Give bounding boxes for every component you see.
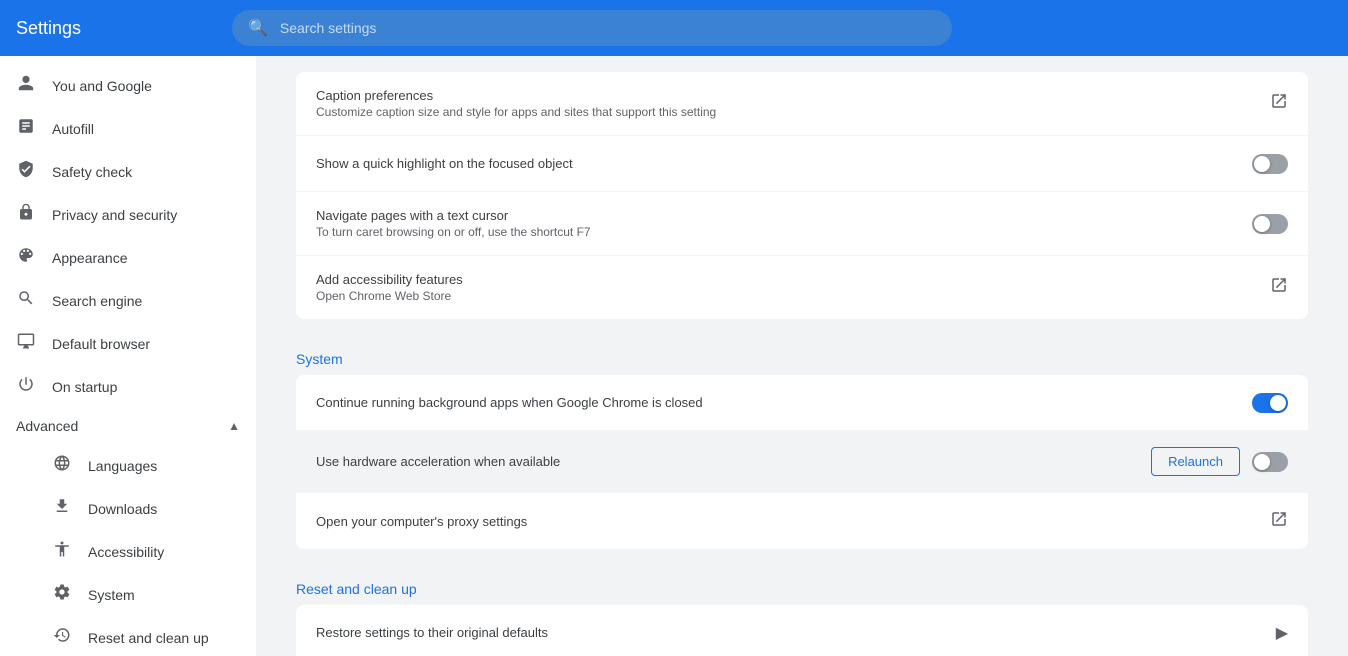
proxy-settings-title: Open your computer's proxy settings bbox=[316, 514, 1270, 529]
proxy-settings-text: Open your computer's proxy settings bbox=[316, 514, 1270, 529]
languages-icon bbox=[52, 454, 72, 477]
sidebar-item-languages[interactable]: Languages bbox=[0, 444, 256, 487]
shield-icon bbox=[16, 160, 36, 183]
sidebar-label-reset: Reset and clean up bbox=[88, 630, 209, 646]
external-link-icon[interactable] bbox=[1270, 92, 1288, 115]
hardware-acceleration-toggle[interactable] bbox=[1252, 452, 1288, 472]
appearance-icon bbox=[16, 246, 36, 269]
browser-icon bbox=[16, 332, 36, 355]
advanced-label: Advanced bbox=[16, 418, 78, 434]
autofill-icon bbox=[16, 117, 36, 140]
hardware-acceleration-text: Use hardware acceleration when available bbox=[316, 454, 1151, 469]
sidebar-item-privacy[interactable]: Privacy and security bbox=[0, 193, 256, 236]
reset-section-title: Reset and clean up bbox=[296, 557, 1308, 605]
sidebar-label-privacy: Privacy and security bbox=[52, 207, 177, 223]
restore-defaults-title: Restore settings to their original defau… bbox=[316, 625, 1276, 640]
system-section-title: System bbox=[296, 327, 1308, 375]
reset-icon bbox=[52, 626, 72, 649]
sidebar-label-search-engine: Search engine bbox=[52, 293, 142, 309]
relaunch-button[interactable]: Relaunch bbox=[1151, 447, 1240, 476]
sidebar: You and Google Autofill Safety check Pri… bbox=[0, 56, 256, 656]
text-cursor-text: Navigate pages with a text cursor To tur… bbox=[316, 208, 1252, 239]
lock-icon bbox=[16, 203, 36, 226]
sidebar-label-safety-check: Safety check bbox=[52, 164, 132, 180]
search-engine-icon bbox=[16, 289, 36, 312]
proxy-settings-row[interactable]: Open your computer's proxy settings bbox=[296, 493, 1308, 549]
sidebar-item-system[interactable]: System bbox=[0, 573, 256, 616]
reset-card: Restore settings to their original defau… bbox=[296, 605, 1308, 656]
add-accessibility-external-icon[interactable] bbox=[1270, 276, 1288, 299]
startup-icon bbox=[16, 375, 36, 398]
sidebar-label-appearance: Appearance bbox=[52, 250, 128, 266]
advanced-chevron-icon: ▲ bbox=[228, 419, 240, 433]
background-apps-title: Continue running background apps when Go… bbox=[316, 395, 1252, 410]
sidebar-label-accessibility: Accessibility bbox=[88, 544, 164, 560]
sidebar-item-safety-check[interactable]: Safety check bbox=[0, 150, 256, 193]
sidebar-item-accessibility[interactable]: Accessibility bbox=[0, 530, 256, 573]
restore-defaults-row[interactable]: Restore settings to their original defau… bbox=[296, 605, 1308, 656]
restore-defaults-chevron-icon: ▶ bbox=[1276, 623, 1288, 643]
text-cursor-toggle[interactable] bbox=[1252, 214, 1288, 234]
add-accessibility-title: Add accessibility features bbox=[316, 272, 1270, 287]
add-accessibility-text: Add accessibility features Open Chrome W… bbox=[316, 272, 1270, 303]
accessibility-card: Caption preferences Customize caption si… bbox=[296, 72, 1308, 319]
add-accessibility-row[interactable]: Add accessibility features Open Chrome W… bbox=[296, 256, 1308, 319]
downloads-icon bbox=[52, 497, 72, 520]
system-card: Continue running background apps when Go… bbox=[296, 375, 1308, 549]
text-cursor-title: Navigate pages with a text cursor bbox=[316, 208, 1252, 223]
sidebar-label-autofill: Autofill bbox=[52, 121, 94, 137]
hardware-acceleration-title: Use hardware acceleration when available bbox=[316, 454, 1151, 469]
caption-preferences-text: Caption preferences Customize caption si… bbox=[316, 88, 1270, 119]
highlight-focused-toggle[interactable] bbox=[1252, 154, 1288, 174]
accessibility-icon bbox=[52, 540, 72, 563]
sidebar-label-you-and-google: You and Google bbox=[52, 78, 152, 94]
app-title: Settings bbox=[16, 18, 216, 39]
search-bar[interactable]: 🔍 bbox=[232, 10, 952, 46]
sidebar-item-you-and-google[interactable]: You and Google bbox=[0, 64, 256, 107]
sidebar-item-appearance[interactable]: Appearance bbox=[0, 236, 256, 279]
sidebar-item-on-startup[interactable]: On startup bbox=[0, 365, 256, 408]
sidebar-label-languages: Languages bbox=[88, 458, 157, 474]
proxy-external-icon[interactable] bbox=[1270, 510, 1288, 533]
sidebar-item-search-engine[interactable]: Search engine bbox=[0, 279, 256, 322]
text-cursor-row[interactable]: Navigate pages with a text cursor To tur… bbox=[296, 192, 1308, 256]
background-apps-text: Continue running background apps when Go… bbox=[316, 395, 1252, 410]
sidebar-label-default-browser: Default browser bbox=[52, 336, 150, 352]
sidebar-item-default-browser[interactable]: Default browser bbox=[0, 322, 256, 365]
sidebar-label-on-startup: On startup bbox=[52, 379, 117, 395]
main-layout: You and Google Autofill Safety check Pri… bbox=[0, 56, 1348, 656]
main-content: Caption preferences Customize caption si… bbox=[256, 56, 1348, 656]
person-icon bbox=[16, 74, 36, 97]
background-apps-row[interactable]: Continue running background apps when Go… bbox=[296, 375, 1308, 431]
sidebar-label-downloads: Downloads bbox=[88, 501, 157, 517]
search-input[interactable] bbox=[280, 20, 936, 36]
text-cursor-subtitle: To turn caret browsing on or off, use th… bbox=[316, 225, 1252, 239]
background-apps-toggle[interactable] bbox=[1252, 393, 1288, 413]
add-accessibility-subtitle: Open Chrome Web Store bbox=[316, 289, 1270, 303]
search-icon: 🔍 bbox=[248, 18, 268, 38]
caption-preferences-row[interactable]: Caption preferences Customize caption si… bbox=[296, 72, 1308, 136]
sidebar-label-system: System bbox=[88, 587, 135, 603]
highlight-focused-row[interactable]: Show a quick highlight on the focused ob… bbox=[296, 136, 1308, 192]
highlight-focused-title: Show a quick highlight on the focused ob… bbox=[316, 156, 1252, 171]
sidebar-item-autofill[interactable]: Autofill bbox=[0, 107, 256, 150]
caption-preferences-subtitle: Customize caption size and style for app… bbox=[316, 105, 1270, 119]
sidebar-item-downloads[interactable]: Downloads bbox=[0, 487, 256, 530]
sidebar-advanced-header[interactable]: Advanced ▲ bbox=[0, 408, 256, 444]
system-icon bbox=[52, 583, 72, 606]
app-header: Settings 🔍 bbox=[0, 0, 1348, 56]
sidebar-item-reset[interactable]: Reset and clean up bbox=[0, 616, 256, 656]
hardware-acceleration-row[interactable]: Use hardware acceleration when available… bbox=[296, 431, 1308, 493]
highlight-focused-text: Show a quick highlight on the focused ob… bbox=[316, 156, 1252, 171]
caption-preferences-title: Caption preferences bbox=[316, 88, 1270, 103]
restore-defaults-text: Restore settings to their original defau… bbox=[316, 625, 1276, 640]
